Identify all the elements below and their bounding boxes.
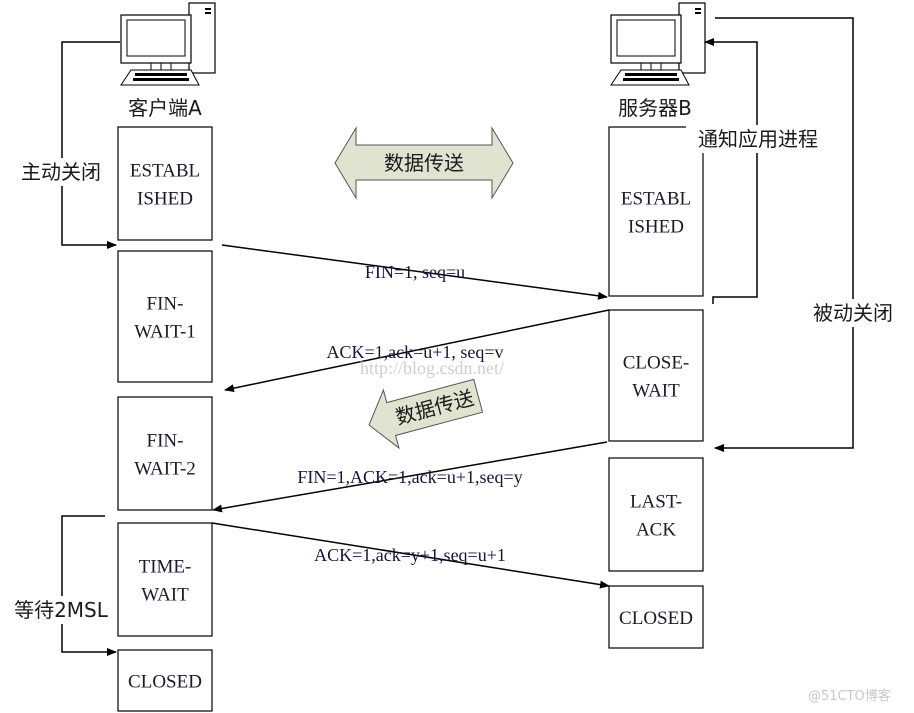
active-close-bracket (61, 41, 120, 249)
client-state-label: WAIT-1 (134, 322, 196, 343)
passive-close-bracket (714, 17, 854, 452)
client-state-label: CLOSED (128, 672, 202, 693)
server-state-label: WAIT (632, 381, 680, 402)
client-state-box (117, 396, 213, 511)
data-transfer-label: 数据传送 (384, 151, 464, 175)
tcp-teardown-diagram: 客户端A 服务器B ESTABL ISHED FIN- WAIT-1 FIN- WAIT-… (12, 2, 903, 712)
client-state-box (117, 126, 213, 241)
server-state-label: ESTABL (621, 189, 691, 210)
fin-ack-message: FIN=1,ACK=1,ack=u+1,seq=y (297, 467, 522, 487)
client-label: 客户端A (128, 96, 202, 120)
client-states: ESTABL ISHED FIN- WAIT-1 FIN- WAIT-2 TIME- WAIT… (117, 126, 213, 712)
wait-2msl-bracket (61, 515, 117, 656)
server-computer-icon (610, 2, 706, 86)
client-state-label: ISHED (137, 189, 193, 210)
client-state-label: ESTABL (130, 161, 200, 182)
server-state-label: ISHED (628, 217, 684, 238)
fin-message: FIN=1, seq=u (365, 262, 465, 282)
passive-close-label: 被动关闭 (813, 301, 893, 325)
client-state-label: WAIT-2 (134, 459, 196, 480)
server-state-label: LAST- (630, 492, 682, 513)
notify-app-bracket (704, 38, 758, 304)
client-state-label: WAIT (141, 585, 189, 606)
client-state-label: FIN- (147, 294, 184, 315)
final-ack-message: ACK=1,ack=y+1,seq=u+1 (314, 545, 506, 565)
server-states: ESTABL ISHED CLOSE- WAIT LAST- ACK CLOSED (608, 126, 704, 649)
client-state-box (117, 250, 213, 383)
client-computer-icon (120, 2, 216, 86)
server-state-label: ACK (636, 520, 676, 541)
server-state-label: CLOSE- (623, 353, 690, 374)
watermark-csdn: http://blog.csdn.net/ (360, 358, 504, 378)
active-close-label: 主动关闭 (21, 160, 101, 184)
client-state-label: FIN- (147, 431, 184, 452)
notify-app-label: 通知应用进程 (698, 127, 818, 151)
server-label: 服务器B (618, 96, 692, 120)
server-state-label: CLOSED (619, 608, 693, 629)
server-state-box (608, 309, 704, 442)
client-state-label: TIME- (139, 557, 192, 578)
client-state-box (117, 522, 213, 637)
data-transfer-left-arrow: 数据传送 (368, 378, 484, 450)
wait-2msl-label: 等待2MSL (14, 598, 109, 622)
server-state-box (608, 457, 704, 572)
watermark-51cto: @51CTO博客 (808, 688, 891, 704)
